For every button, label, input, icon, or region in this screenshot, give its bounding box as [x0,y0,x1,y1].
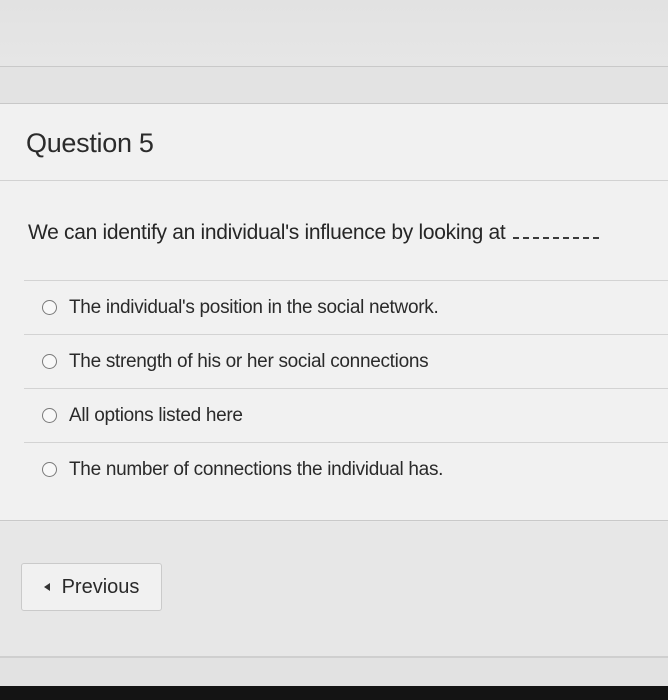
caret-left-icon [43,583,50,591]
question-title: Question 5 [26,128,154,158]
radio-button[interactable] [42,354,57,369]
answer-option-label: All options listed here [69,404,243,426]
answer-option[interactable]: All options listed here [24,388,668,442]
radio-button[interactable] [42,408,57,423]
answer-blank [513,223,600,239]
answer-option-label: The individual's position in the social … [69,296,439,318]
screen-edge [0,686,668,700]
answer-option-label: The number of connections the individual… [69,458,444,480]
question-prompt-text: We can identify an individual's influenc… [28,221,506,244]
answer-option-label: The strength of his or her social connec… [69,350,429,372]
answer-option[interactable]: The number of connections the individual… [24,442,668,496]
previous-button[interactable]: Previous [21,563,162,611]
page-top-area [0,0,668,66]
answer-option[interactable]: The strength of his or her social connec… [24,334,668,388]
question-prompt: We can identify an individual's influenc… [28,221,600,245]
radio-button[interactable] [42,300,57,315]
question-header: Question 5 [0,104,668,181]
answer-options: The individual's position in the social … [24,280,668,496]
radio-button[interactable] [42,462,57,477]
answer-option[interactable]: The individual's position in the social … [24,280,668,334]
question-navigation: Previous [0,522,668,658]
page-bottom-area [0,658,668,686]
question-card: Question 5 We can identify an individual… [0,103,668,521]
previous-button-label: Previous [61,575,140,598]
previous-question-strip [0,67,668,103]
